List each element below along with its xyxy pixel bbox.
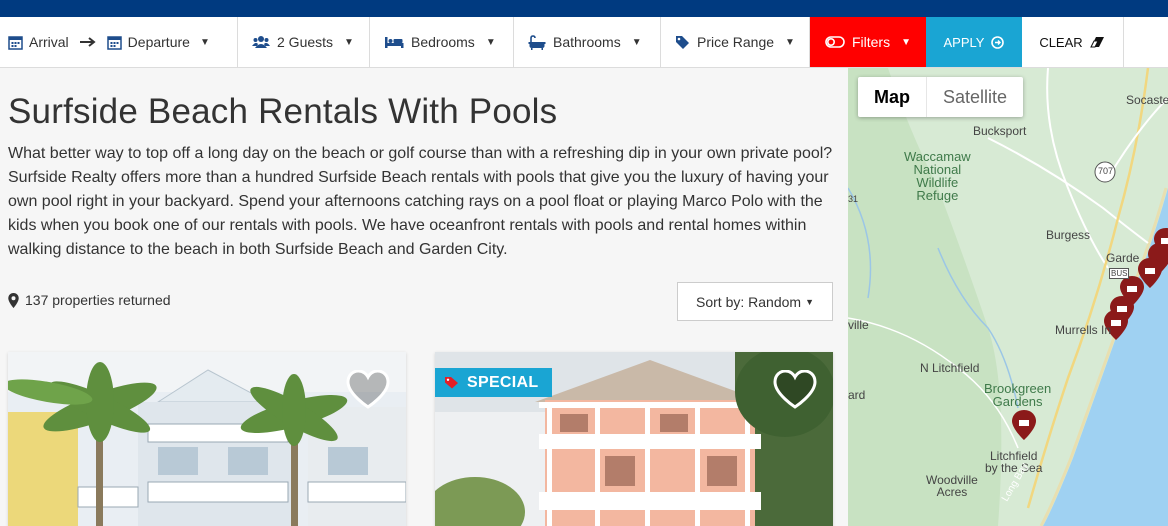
eraser-icon (1089, 37, 1104, 48)
sort-dropdown[interactable]: Sort by: Random ▼ (677, 282, 833, 321)
filter-bar: Arrival Departure ▼ 2 Guests ▼ Bedrooms … (0, 17, 1168, 68)
price-range-label: Price Range (697, 34, 775, 50)
filters-button[interactable]: Filters ▼ (810, 17, 926, 67)
arrival-label[interactable]: Arrival (29, 34, 69, 50)
map-label-murrells-inlet: Murrells In (1055, 323, 1112, 337)
chevron-down-icon: ▼ (631, 36, 642, 48)
chevron-down-icon: ▼ (199, 36, 210, 48)
property-card[interactable]: SPECIAL (435, 352, 833, 526)
bathrooms-label: Bathrooms (553, 34, 621, 50)
property-card[interactable] (8, 352, 406, 526)
page-title: Surfside Beach Rentals With Pools (8, 92, 558, 131)
chevron-down-icon: ▼ (344, 36, 354, 48)
map-type-toggle: Map Satellite (858, 77, 1024, 117)
chevron-down-icon: ▼ (485, 36, 496, 48)
calendar-icon (106, 35, 122, 50)
map-label-route-31: 31 (848, 194, 859, 204)
chevron-down-icon: ▼ (805, 296, 814, 307)
sort-label: Sort by: Random (696, 293, 802, 310)
satellite-tab[interactable]: Satellite (926, 77, 1023, 117)
toggle-icon (825, 36, 845, 48)
special-badge: SPECIAL (435, 368, 553, 397)
bathrooms-dropdown[interactable]: Bathrooms ▼ (514, 17, 661, 67)
top-bar (0, 0, 1168, 17)
arrow-circle-right-icon (991, 35, 1005, 49)
map-label-waccamaw: Waccamaw National Wildlife Refuge (904, 149, 971, 203)
map-label-litchfield: Litchfield by the Sea (985, 449, 1043, 475)
intro-paragraph: What better way to top off a long day on… (8, 145, 833, 258)
map-label-n-litchfield: N Litchfield (920, 361, 980, 375)
date-range-picker[interactable]: Arrival Departure ▼ (0, 17, 238, 67)
bedrooms-label: Bedrooms (411, 34, 475, 50)
map-marker-icon (8, 292, 19, 308)
guests-label: 2 Guests (277, 34, 334, 50)
clear-button[interactable]: CLEAR (1022, 17, 1124, 67)
apply-label: APPLY (943, 34, 985, 50)
map-label-woodville: Woodville Acres (926, 473, 978, 499)
map-label-burgess: Burgess (1046, 228, 1091, 242)
departure-label[interactable]: Departure (128, 34, 190, 50)
chevron-down-icon: ▼ (785, 36, 795, 48)
bathtub-icon (528, 34, 546, 50)
bedrooms-dropdown[interactable]: Bedrooms ▼ (370, 17, 514, 67)
map-label-socastee: Socaste (1126, 93, 1168, 107)
tag-icon (445, 377, 458, 389)
map-label-ard: ard (848, 388, 866, 402)
listing-content: Surfside Beach Rentals With Pools What b… (0, 68, 848, 526)
users-icon (252, 36, 270, 48)
map-label-garden-city: Garde (1106, 251, 1140, 265)
arrow-right-icon (79, 37, 96, 47)
results-count: 137 properties returned (8, 292, 171, 308)
map-tab[interactable]: Map (858, 77, 926, 117)
guests-dropdown[interactable]: 2 Guests ▼ (238, 17, 370, 67)
map-label-ville: ville (848, 318, 869, 332)
chevron-down-icon: ▼ (901, 36, 912, 48)
special-badge-label: SPECIAL (467, 373, 539, 391)
clear-label: CLEAR (1039, 34, 1083, 50)
favorite-heart-icon[interactable] (346, 370, 390, 410)
tag-icon (676, 35, 689, 49)
calendar-icon (8, 35, 23, 50)
map-label-bus: BUS (1109, 268, 1130, 279)
bed-icon (385, 37, 404, 48)
map-label-bucksport: Bucksport (973, 124, 1027, 138)
map-label-brookgreen: Brookgreen Gardens (984, 381, 1052, 409)
price-range-dropdown[interactable]: Price Range ▼ (661, 17, 810, 67)
apply-button[interactable]: APPLY (926, 17, 1022, 67)
map-label-route-707: 707 (1098, 166, 1114, 176)
favorite-heart-icon[interactable] (773, 370, 817, 410)
results-count-label: 137 properties returned (25, 292, 171, 308)
map-view[interactable]: Map Satellite Socaste Bucksport Waccamaw… (848, 68, 1168, 526)
filters-label: Filters (851, 34, 891, 50)
